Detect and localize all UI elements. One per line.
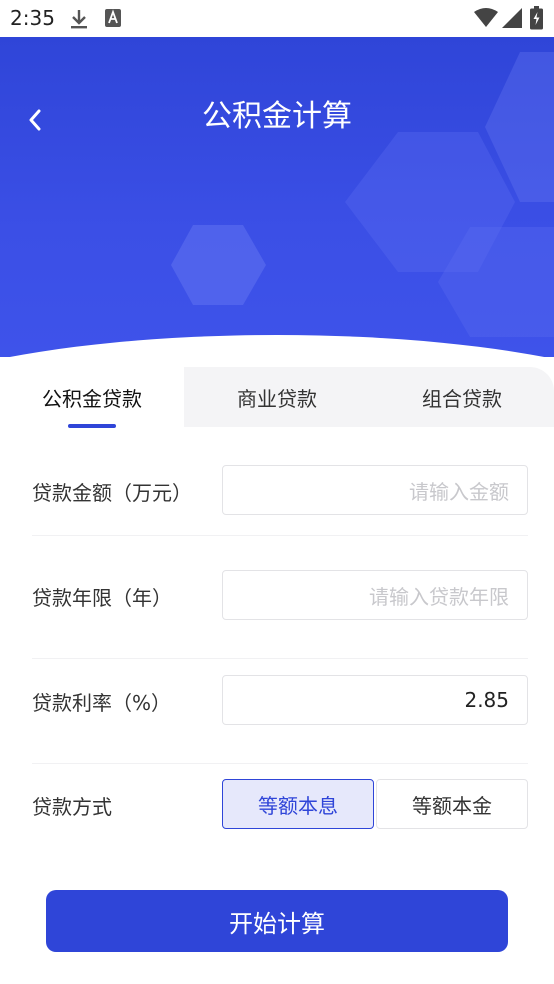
tab-label: 商业贷款 — [237, 386, 317, 411]
loan-amount-input[interactable]: 请输入金额 — [222, 465, 528, 515]
battery-icon — [530, 6, 543, 34]
loan-rate-input[interactable]: 2.85 — [222, 675, 528, 725]
tab-commercial-loan[interactable]: 商业贷款 — [184, 367, 370, 427]
divider — [32, 658, 528, 659]
repayment-method-row: 贷款方式 等额本息 等额本金 — [32, 779, 528, 883]
active-tab-indicator — [68, 424, 116, 428]
signal-icon — [502, 8, 522, 32]
equal-principal-option[interactable]: 等额本金 — [376, 779, 528, 829]
wifi-icon — [474, 8, 498, 32]
equal-installment-option[interactable]: 等额本息 — [222, 779, 374, 829]
download-icon — [68, 8, 90, 34]
page-title: 公积金计算 — [202, 99, 352, 134]
loan-term-label: 贷款年限（年） — [32, 585, 172, 610]
loan-rate-row: 贷款利率（%） 2.85 — [32, 675, 528, 779]
decorative-hexagons — [171, 52, 554, 337]
tab-label: 公积金贷款 — [42, 386, 142, 411]
loan-type-tabs: 公积金贷款 商业贷款 组合贷款 — [0, 367, 554, 428]
divider — [32, 763, 528, 764]
tab-provident-fund-loan[interactable]: 公积金贷款 — [0, 367, 184, 427]
divider — [32, 535, 528, 536]
loan-amount-row: 贷款金额（万元） 请输入金额 — [32, 465, 528, 569]
tab-combined-loan[interactable]: 组合贷款 — [370, 367, 554, 427]
start-calculation-button[interactable]: 开始计算 — [46, 890, 508, 952]
loan-term-row: 贷款年限（年） 请输入贷款年限 — [32, 570, 528, 674]
loan-term-input[interactable]: 请输入贷款年限 — [222, 570, 528, 620]
repayment-method-label: 贷款方式 — [32, 794, 112, 819]
status-time: 2:35 — [10, 6, 55, 30]
app-notification-icon — [104, 8, 122, 32]
header-banner: 公积金计算 — [0, 37, 554, 357]
status-bar: 2:35 — [0, 0, 554, 37]
tab-label: 组合贷款 — [422, 386, 502, 411]
loan-rate-label: 贷款利率（%） — [32, 690, 172, 715]
loan-amount-label: 贷款金额（万元） — [32, 480, 192, 505]
